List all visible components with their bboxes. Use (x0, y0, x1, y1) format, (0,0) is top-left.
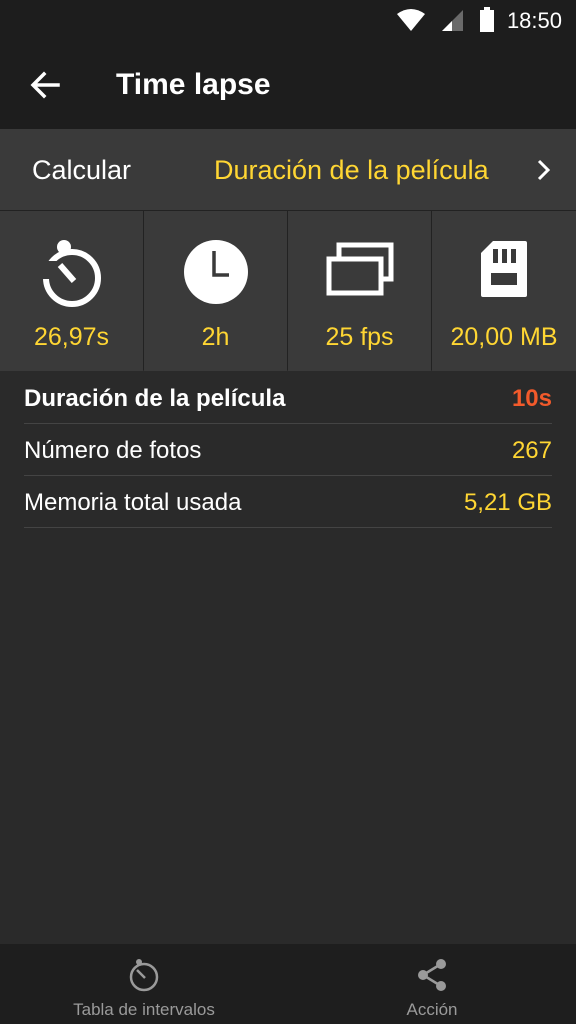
clock-icon (183, 240, 248, 304)
page-title: Time lapse (116, 68, 271, 101)
frames-icon (326, 242, 393, 296)
tile-fps-value: 25 fps (325, 323, 394, 351)
result-label: Memoria total usada (24, 489, 242, 516)
nav-interval-table[interactable]: Tabla de intervalos (0, 944, 288, 1024)
battery-icon (480, 7, 494, 32)
wifi-icon (397, 9, 425, 31)
tile-duration-value: 2h (201, 323, 230, 351)
app-bar: Time lapse (0, 40, 576, 129)
interval-timer-icon (42, 240, 101, 307)
calculate-value: Duración de la película (214, 155, 489, 185)
share-icon (418, 959, 446, 991)
list-item: Memoria total usada 5,21 GB (24, 476, 552, 528)
tile-memory[interactable]: 20,00 MB (432, 211, 576, 371)
sd-card-icon (481, 241, 527, 297)
nav-label: Acción (406, 1000, 458, 1019)
calculate-selector[interactable]: Calcular Duración de la película (0, 129, 576, 210)
nav-share[interactable]: Acción (288, 944, 576, 1024)
tile-fps[interactable]: 25 fps (288, 211, 431, 371)
status-time: 18:50 (506, 8, 562, 33)
list-item: Número de fotos 267 (24, 424, 552, 476)
tile-interval[interactable]: 26,97s (0, 211, 143, 371)
bottom-nav: Tabla de intervalos Acción (0, 944, 576, 1024)
result-value: 5,21 GB (463, 489, 552, 516)
tile-interval-value: 26,97s (33, 323, 110, 351)
result-label: Duración de la película (24, 385, 286, 412)
chevron-right-icon (537, 159, 551, 181)
status-bar: 18:50 (0, 0, 576, 40)
tile-duration[interactable]: 2h (144, 211, 287, 371)
signal-icon (442, 10, 463, 31)
timer-icon (129, 959, 159, 992)
parameter-tiles: 26,97s 2h 25 fps 20,00 MB (0, 210, 576, 371)
result-value: 10s (511, 385, 552, 412)
result-label: Número de fotos (24, 437, 202, 464)
result-value: 267 (511, 437, 552, 464)
arrow-left-icon[interactable] (28, 68, 62, 102)
list-item: Duración de la película 10s (24, 372, 552, 424)
calculate-label: Calcular (32, 155, 132, 185)
tile-memory-value: 20,00 MB (450, 323, 558, 351)
nav-label: Tabla de intervalos (73, 1000, 215, 1019)
results-list: Duración de la película 10s Número de fo… (24, 372, 552, 528)
